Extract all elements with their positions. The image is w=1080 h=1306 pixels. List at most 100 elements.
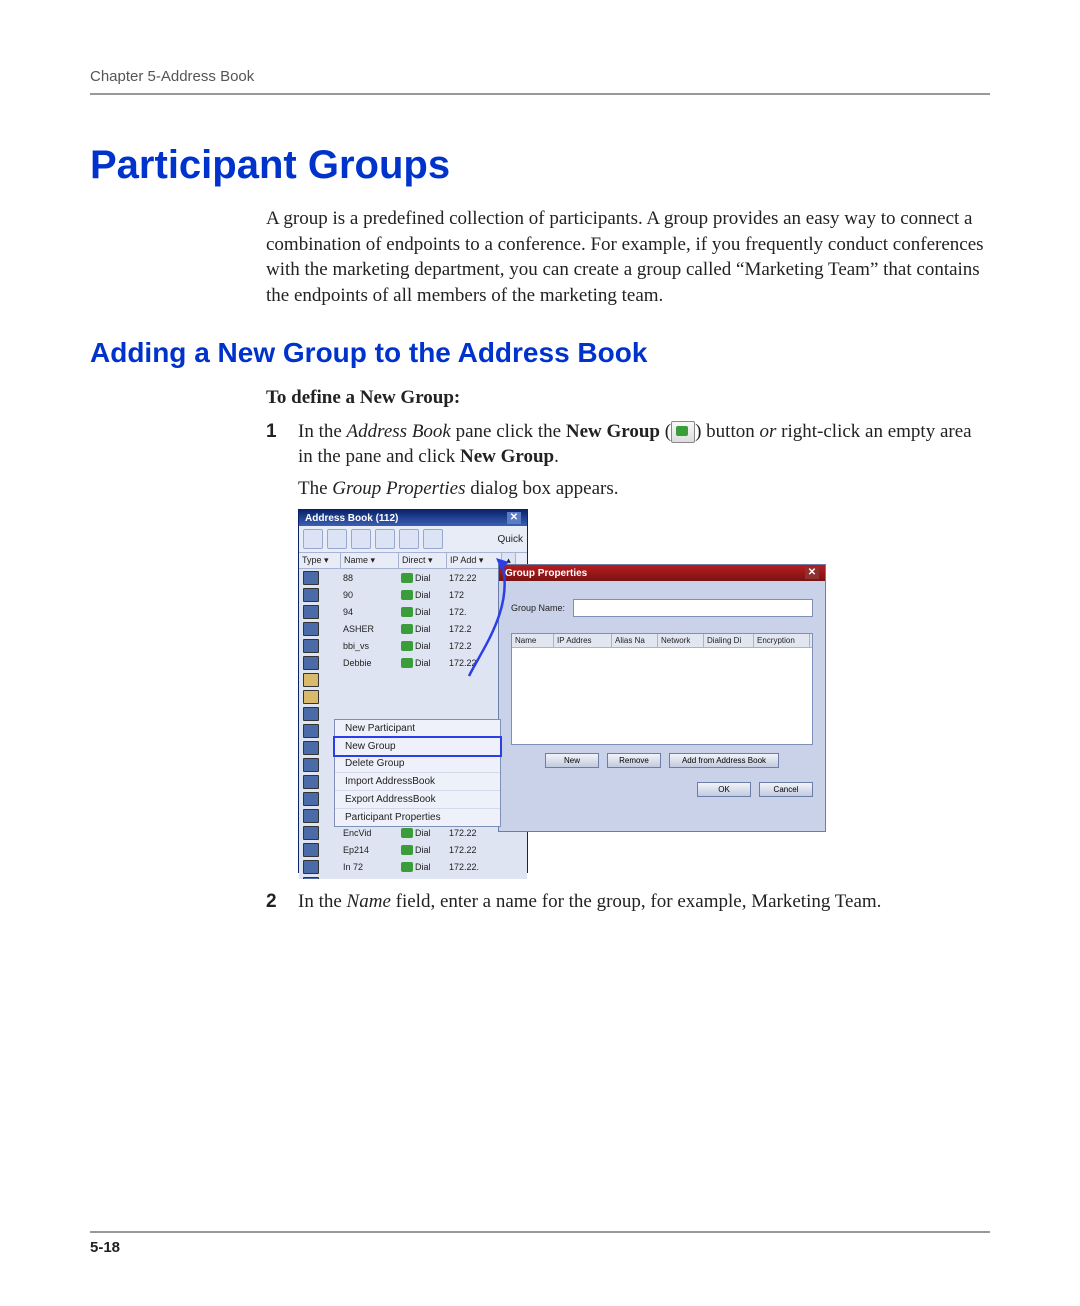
step-number: 1 <box>266 419 298 502</box>
table-row[interactable]: ASHERDial172.2 <box>299 620 527 637</box>
table-row[interactable]: 88Dial172.22 <box>299 569 527 586</box>
new-group-icon <box>671 421 695 443</box>
bold-text: New Group <box>460 446 554 467</box>
column-dialing[interactable]: Dialing Di <box>704 634 754 647</box>
cell: Dial <box>415 573 431 583</box>
new-participant-icon[interactable] <box>303 529 323 549</box>
page-footer: 5-18 <box>90 1231 990 1256</box>
table-row[interactable]: 94Dial172. <box>299 603 527 620</box>
address-book-header-row: Type ▾ Name ▾ Direct ▾ IP Add ▾ ▴ <box>299 553 527 569</box>
dial-icon <box>401 879 413 880</box>
participant-icon <box>303 656 319 670</box>
column-type[interactable]: Type ▾ <box>299 553 341 568</box>
column-network[interactable]: Network <box>658 634 704 647</box>
text: In the <box>298 421 347 442</box>
cell: Dial <box>415 862 431 872</box>
delete-icon[interactable] <box>351 529 371 549</box>
table-row[interactable]: IpowerDial172.22. <box>299 875 527 879</box>
cell: 172.22 <box>449 845 504 855</box>
text: IP Add <box>450 555 476 565</box>
group-properties-dialog: Group Properties ✕ Group Name: Name IP A… <box>498 564 826 832</box>
new-group-icon[interactable] <box>327 529 347 549</box>
text: . <box>554 446 559 467</box>
cell: 172.2 <box>449 624 504 634</box>
column-ip[interactable]: IP Add ▾ <box>447 553 502 568</box>
remove-button[interactable]: Remove <box>607 753 661 768</box>
toolbar-icon[interactable] <box>399 529 419 549</box>
dial-icon <box>401 828 413 838</box>
table-row[interactable] <box>299 688 527 705</box>
participant-icon <box>303 792 319 806</box>
table-row[interactable] <box>299 671 527 688</box>
column-encryption[interactable]: Encryption <box>754 634 810 647</box>
cell: 88 <box>341 573 401 583</box>
text: ) button <box>695 421 759 442</box>
group-properties-titlebar: Group Properties ✕ <box>499 565 825 581</box>
group-name-label: Group Name: <box>511 603 565 613</box>
menu-import-addressbook[interactable]: Import AddressBook <box>335 773 500 791</box>
dial-icon <box>401 573 413 583</box>
add-from-addressbook-button[interactable]: Add from Address Book <box>669 753 779 768</box>
column-alias[interactable]: Alias Na <box>612 634 658 647</box>
text: In the <box>298 891 347 912</box>
cell: 172. <box>449 607 504 617</box>
context-menu: New Participant New Group Delete Group I… <box>334 719 501 827</box>
group-name-input[interactable] <box>573 599 813 617</box>
cancel-button[interactable]: Cancel <box>759 782 813 797</box>
menu-delete-group[interactable]: Delete Group <box>335 755 500 773</box>
toolbar-icon[interactable] <box>423 529 443 549</box>
cell: Dial <box>415 828 431 838</box>
column-name[interactable]: Name <box>512 634 554 647</box>
cell: 172.22. <box>449 879 504 880</box>
dial-icon <box>401 590 413 600</box>
participant-icon <box>303 758 319 772</box>
column-name[interactable]: Name ▾ <box>341 553 399 568</box>
menu-participant-properties[interactable]: Participant Properties <box>335 809 500 826</box>
italic-text: or <box>759 421 776 442</box>
page-number: 5-18 <box>90 1239 990 1256</box>
cell: EncVid <box>341 828 401 838</box>
table-row[interactable]: Ep214 Dial 172.22 <box>299 841 527 858</box>
toolbar-icon[interactable] <box>375 529 395 549</box>
new-button[interactable]: New <box>545 753 599 768</box>
cell: Dial <box>415 845 431 855</box>
text: field, enter a name for the group, for e… <box>391 891 882 912</box>
menu-new-group[interactable]: New Group <box>333 736 502 757</box>
close-icon[interactable]: ✕ <box>507 512 521 524</box>
participant-icon <box>303 622 319 636</box>
column-direct[interactable]: Direct ▾ <box>399 553 447 568</box>
close-icon[interactable]: ✕ <box>805 567 819 579</box>
table-row[interactable]: 90Dial172 <box>299 586 527 603</box>
step-1: 1 In the Address Book pane click the New… <box>266 419 990 502</box>
intro-paragraph: A group is a predefined collection of pa… <box>266 206 990 309</box>
participant-icon <box>303 826 319 840</box>
cell: Ipower <box>341 879 401 880</box>
column-ip[interactable]: IP Addres <box>554 634 612 647</box>
text: pane click the <box>451 421 566 442</box>
participant-icon <box>303 605 319 619</box>
step-number: 2 <box>266 889 298 915</box>
cell: 172.22 <box>449 828 504 838</box>
group-members-table: Name IP Addres Alias Na Network Dialing … <box>511 633 813 745</box>
dial-icon <box>401 862 413 872</box>
text: dialog box appears. <box>465 478 618 499</box>
address-book-rows: 88Dial172.22 90Dial172 94Dial172. ASHERD… <box>299 569 527 879</box>
table-row[interactable]: DebbieDial172.22 <box>299 654 527 671</box>
table-row[interactable]: bbi_vsDial172.2 <box>299 637 527 654</box>
cell: Ep214 <box>341 845 401 855</box>
participant-icon <box>303 860 319 874</box>
dial-icon <box>401 658 413 668</box>
text: Type <box>302 555 322 565</box>
menu-export-addressbook[interactable]: Export AddressBook <box>335 791 500 809</box>
cell: 172 <box>449 590 504 600</box>
ok-button[interactable]: OK <box>697 782 751 797</box>
text: Direct <box>402 555 426 565</box>
text: ( <box>660 421 671 442</box>
cell: Dial <box>415 607 431 617</box>
heading-2: Adding a New Group to the Address Book <box>90 337 990 369</box>
italic-text: Group Properties <box>332 478 465 499</box>
table-row[interactable]: In 72Dial172.22. <box>299 858 527 875</box>
cell: Debbie <box>341 658 401 668</box>
procedure-lead: To define a New Group: <box>266 387 990 409</box>
cell: Dial <box>415 658 431 668</box>
